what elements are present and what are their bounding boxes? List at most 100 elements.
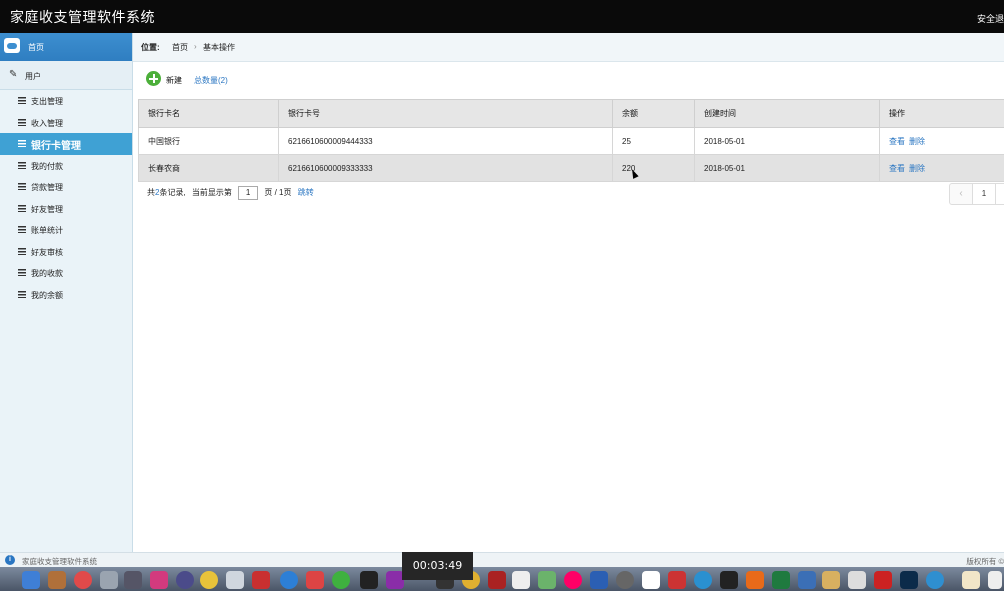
word-icon[interactable] xyxy=(590,571,608,589)
cell-card-number: 6216610600009444333 xyxy=(278,127,613,155)
sidebar-user-group[interactable]: ✎ 用户 xyxy=(0,61,132,90)
app-icon[interactable] xyxy=(668,571,686,589)
list-icon xyxy=(18,183,26,190)
page-suffix: 页 / 1页 xyxy=(264,188,292,198)
sublime-icon[interactable] xyxy=(746,571,764,589)
list-icon xyxy=(18,247,26,255)
finder-icon[interactable] xyxy=(22,571,40,589)
excel-icon[interactable] xyxy=(772,571,790,589)
app-title: 家庭收支管理软件系统 xyxy=(10,9,155,25)
qq-icon[interactable] xyxy=(360,571,378,589)
app-icon[interactable] xyxy=(926,571,944,589)
cell-balance: 220 xyxy=(612,154,695,182)
cell-card-number: 6216610600009333333 xyxy=(278,154,613,182)
sidebar-item-label: 我的余额 xyxy=(31,290,63,300)
cell-card-name: 中国银行 xyxy=(138,127,279,155)
view-link[interactable]: 查看 xyxy=(889,137,905,146)
sidebar-item-my-payments[interactable]: 我的付款 xyxy=(0,155,132,177)
breadcrumb-current: 基本操作 xyxy=(203,43,235,52)
photoshop-icon[interactable] xyxy=(900,571,918,589)
app-icon[interactable] xyxy=(616,571,634,589)
intellij-icon[interactable] xyxy=(150,571,168,589)
breadcrumb-separator: › xyxy=(194,42,197,51)
calendar-icon[interactable] xyxy=(512,571,530,589)
sidebar-item-my-balance[interactable]: 我的余额 xyxy=(0,284,132,306)
header-card-number: 银行卡号 xyxy=(278,99,613,128)
sidebar-item-label: 银行卡管理 xyxy=(31,141,81,152)
next-page-button[interactable] xyxy=(995,183,1004,205)
add-button[interactable]: 新建 xyxy=(166,75,182,86)
header-balance: 余额 xyxy=(612,99,695,128)
app-icon[interactable] xyxy=(48,571,66,589)
wechat-icon[interactable] xyxy=(332,571,350,589)
trash-icon[interactable] xyxy=(988,571,1002,589)
app-icon[interactable] xyxy=(488,571,506,589)
app-icon[interactable] xyxy=(822,571,840,589)
cell-card-name: 长春农商 xyxy=(138,154,279,182)
total-prefix: 共 xyxy=(147,188,155,198)
sidebar-item-bankcards[interactable]: 银行卡管理 xyxy=(0,133,132,155)
sidebar-item-bill-stats[interactable]: 账单统计 xyxy=(0,219,132,241)
sidebar-item-friends[interactable]: 好友管理 xyxy=(0,198,132,220)
footer: i 家庭收支管理软件系统 版权所有 © xyxy=(0,552,1004,568)
powerpoint-icon[interactable] xyxy=(874,571,892,589)
pagination-info: 共2条记录, 当前显示第 1 页 / 1页 跳转 xyxy=(147,186,314,200)
title-bar: 家庭收支管理软件系统 安全退 xyxy=(0,0,1004,33)
sidebar-item-label: 收入管理 xyxy=(31,118,63,128)
cell-actions: 查看 删除 xyxy=(879,127,1004,155)
total-count: 总数量(2) xyxy=(194,76,228,85)
chrome-icon[interactable] xyxy=(74,571,92,589)
sidebar-home[interactable]: 首页 xyxy=(0,33,132,61)
sidebar-item-label: 好友管理 xyxy=(31,204,63,214)
cell-actions: 查看 删除 xyxy=(879,154,1004,182)
footer-title: 家庭收支管理软件系统 xyxy=(22,557,97,566)
header-created: 创建时间 xyxy=(694,99,880,128)
breadcrumb-prefix: 位置: xyxy=(141,43,160,52)
prev-page-button[interactable]: ‹ xyxy=(949,183,973,205)
app-icon[interactable] xyxy=(124,571,142,589)
cell-balance: 25 xyxy=(612,127,695,155)
app-icon[interactable] xyxy=(642,571,660,589)
view-link[interactable]: 查看 xyxy=(889,164,905,173)
cloud-icon xyxy=(4,38,20,53)
sidebar-item-label: 我的付款 xyxy=(31,161,63,171)
app-icon[interactable] xyxy=(848,571,866,589)
sidebar-item-loans[interactable]: 贷款管理 xyxy=(0,176,132,198)
total-suffix: 条记录, xyxy=(159,188,186,198)
app-icon[interactable] xyxy=(306,571,324,589)
delete-link[interactable]: 删除 xyxy=(909,137,925,146)
maps-icon[interactable] xyxy=(538,571,556,589)
sidebar: 首页 ✎ 用户 支出管理 收入管理 银行卡管理 我的付款 贷款管理 好友管理 账… xyxy=(0,33,133,552)
sidebar-item-label: 支出管理 xyxy=(31,97,63,106)
list-icon xyxy=(18,226,26,233)
footer-copyright: 版权所有 © xyxy=(966,557,1004,566)
table-row: 中国银行 6216610600009444333 25 2018-05-01 查… xyxy=(138,127,1004,155)
sidebar-item-expense[interactable]: 支出管理 xyxy=(0,90,132,112)
sidebar-item-my-receipts[interactable]: 我的收款 xyxy=(0,262,132,284)
music-icon[interactable] xyxy=(564,571,582,589)
list-icon xyxy=(18,161,26,169)
add-icon[interactable] xyxy=(146,71,161,86)
page-1-button[interactable]: 1 xyxy=(972,183,996,205)
list-icon xyxy=(18,204,26,212)
app-icon[interactable] xyxy=(200,571,218,589)
sidebar-home-label: 首页 xyxy=(28,43,44,52)
sidebar-item-income[interactable]: 收入管理 xyxy=(0,112,132,134)
app-icon[interactable] xyxy=(226,571,244,589)
delete-link[interactable]: 删除 xyxy=(909,164,925,173)
launchpad-icon[interactable] xyxy=(100,571,118,589)
app-icon[interactable] xyxy=(962,571,980,589)
qq-icon[interactable] xyxy=(720,571,738,589)
header-card-name: 银行卡名 xyxy=(138,99,279,128)
sidebar-item-label: 贷款管理 xyxy=(31,183,63,192)
safari-icon[interactable] xyxy=(280,571,298,589)
breadcrumb-home[interactable]: 首页 xyxy=(172,42,188,53)
logout-link[interactable]: 安全退 xyxy=(977,12,1004,25)
app-icon[interactable] xyxy=(252,571,270,589)
sidebar-item-friend-review[interactable]: 好友审核 xyxy=(0,241,132,263)
app-icon[interactable] xyxy=(798,571,816,589)
page-number-input[interactable]: 1 xyxy=(238,186,259,200)
app-icon[interactable] xyxy=(176,571,194,589)
teamviewer-icon[interactable] xyxy=(694,571,712,589)
jump-link[interactable]: 跳转 xyxy=(298,188,314,197)
